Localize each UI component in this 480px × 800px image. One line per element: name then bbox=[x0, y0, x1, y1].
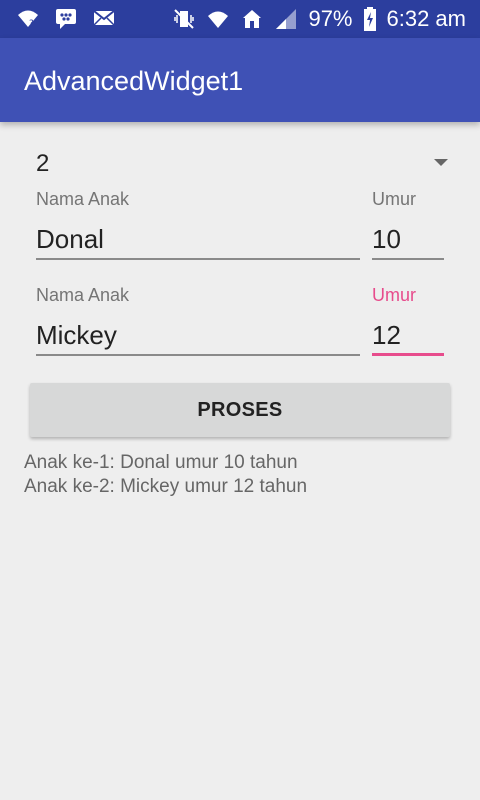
dropdown-arrow-icon bbox=[434, 159, 448, 166]
child-age-field[interactable]: 10 bbox=[372, 220, 444, 262]
bbm-chat-icon bbox=[54, 6, 78, 30]
battery-percent: 97% bbox=[308, 6, 353, 31]
vibrate-mute-icon bbox=[172, 7, 196, 31]
child-name-label: Nama Anak bbox=[36, 189, 130, 209]
proses-button[interactable]: PROSES bbox=[30, 383, 450, 437]
result-line: Anak ke-2: Mickey umur 12 tahun bbox=[24, 476, 308, 497]
app-title: AdvancedWidget1 bbox=[24, 66, 244, 96]
field-underline-active bbox=[372, 353, 444, 356]
child-age-value: 12 bbox=[372, 320, 401, 350]
child-age-label: Umur bbox=[372, 285, 416, 305]
spinner-selected-value: 2 bbox=[36, 150, 50, 177]
child-name-value: Donal bbox=[36, 224, 104, 254]
home-icon bbox=[240, 7, 264, 31]
svg-text:?: ? bbox=[29, 19, 34, 29]
battery-charging-icon bbox=[363, 7, 377, 31]
field-underline bbox=[372, 258, 444, 260]
app-bar: AdvancedWidget1 bbox=[0, 38, 480, 122]
status-bar: ? 97% 6:32 am bbox=[0, 0, 480, 38]
child-age-value: 10 bbox=[372, 224, 401, 254]
result-line: Anak ke-1: Donal umur 10 tahun bbox=[24, 452, 298, 473]
child-age-label: Umur bbox=[372, 189, 416, 209]
email-icon bbox=[92, 6, 116, 30]
signal-icon bbox=[274, 7, 298, 31]
count-spinner[interactable]: 2 bbox=[24, 144, 456, 184]
child-name-label: Nama Anak bbox=[36, 285, 130, 305]
clock: 6:32 am bbox=[386, 6, 467, 31]
child-age-field-focused[interactable]: 12 bbox=[372, 316, 444, 358]
field-underline bbox=[36, 354, 360, 356]
wifi-question-icon: ? bbox=[16, 6, 40, 30]
child-name-field[interactable]: Donal bbox=[36, 220, 360, 262]
child-name-field[interactable]: Mickey bbox=[36, 316, 360, 358]
child-name-value: Mickey bbox=[36, 320, 117, 350]
wifi-icon bbox=[206, 7, 230, 31]
field-underline bbox=[36, 258, 360, 260]
